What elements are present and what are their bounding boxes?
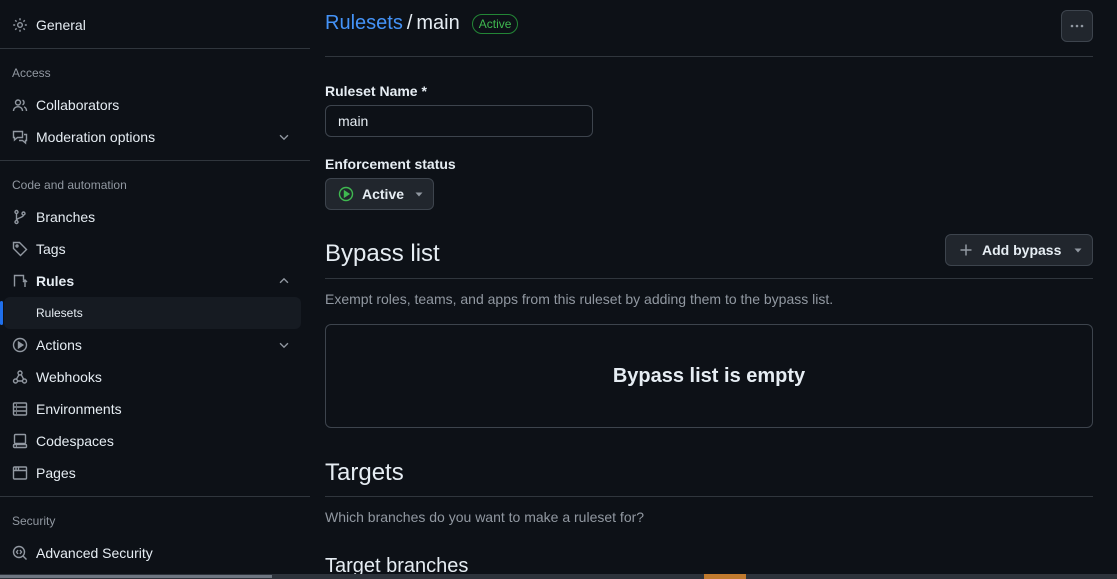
header-divider (325, 56, 1093, 57)
sidebar-item-label: Branches (36, 209, 96, 225)
add-bypass-button[interactable]: Add bypass (945, 234, 1093, 266)
sidebar-item-rulesets[interactable]: Rulesets (0, 297, 301, 329)
page-title: main (416, 12, 460, 34)
tag-icon (12, 241, 28, 257)
sidebar-divider (0, 160, 310, 161)
section-label-code-automation: Code and automation (12, 178, 127, 192)
enforcement-status-label: Enforcement status (325, 156, 456, 172)
sidebar-item-label: Rules (36, 273, 75, 289)
chevron-down-icon (279, 342, 289, 349)
sidebar-item-rules[interactable]: Rules (4, 265, 301, 297)
status-badge: Active (471, 13, 519, 34)
triangle-down-icon (415, 192, 423, 197)
sidebar-item-label: Codespaces (36, 433, 114, 449)
sidebar-item-label: Tags (36, 241, 66, 257)
chevron-up-icon (279, 277, 289, 284)
sidebar-item-tags[interactable]: Tags (4, 233, 301, 265)
sidebar-item-label: Environments (36, 401, 122, 417)
sidebar-item-webhooks[interactable]: Webhooks (4, 361, 301, 393)
comment-discussion-icon (12, 130, 28, 145)
sidebar-divider (0, 496, 310, 497)
sidebar-item-label: Pages (36, 465, 76, 481)
ruleset-name-input[interactable] (325, 105, 593, 137)
server-icon (12, 402, 28, 416)
gear-icon (13, 18, 27, 32)
section-label-security: Security (12, 514, 56, 528)
sidebar-item-label: Webhooks (36, 369, 102, 385)
breadcrumb-rulesets-link[interactable]: Rulesets (325, 12, 403, 35)
git-branch-icon (14, 209, 26, 225)
horizontal-scrollbar[interactable] (0, 574, 1117, 579)
more-options-button[interactable] (1061, 10, 1093, 42)
enforcement-status-dropdown[interactable]: Active (325, 178, 434, 210)
sidebar-item-label: General (36, 17, 86, 33)
breadcrumb-separator: / (406, 12, 413, 34)
sidebar-item-codespaces[interactable]: Codespaces (4, 425, 301, 457)
sidebar-item-actions[interactable]: Actions (4, 329, 301, 361)
settings-sidebar: General Access Collaborators Moderation … (0, 0, 310, 579)
browser-icon (12, 466, 28, 480)
section-label-access: Access (12, 66, 51, 80)
ruleset-name-label: Ruleset Name * (325, 83, 427, 99)
sidebar-item-general[interactable]: General (4, 9, 301, 41)
sidebar-item-label: Rulesets (36, 306, 83, 320)
bypass-list-heading: Bypass list (325, 240, 440, 267)
codescan-icon (12, 545, 27, 560)
sidebar-item-label: Collaborators (36, 97, 120, 113)
sidebar-item-branches[interactable]: Branches (4, 201, 301, 233)
ruleset-main: Rulesets / main Active Ruleset Name * En… (325, 0, 1093, 579)
chevron-down-icon (279, 134, 289, 141)
scrollbar-thumb[interactable] (0, 575, 272, 578)
sidebar-item-moderation[interactable]: Moderation options (4, 121, 301, 153)
sidebar-divider (0, 48, 310, 49)
kebab-horizontal-icon (1070, 24, 1084, 28)
sidebar-item-label: Actions (36, 337, 82, 353)
bypass-description: Exempt roles, teams, and apps from this … (325, 291, 834, 307)
add-bypass-label: Add bypass (982, 242, 1062, 258)
play-circle-icon (338, 186, 354, 202)
people-icon (12, 99, 28, 112)
sidebar-item-environments[interactable]: Environments (4, 393, 301, 425)
bypass-empty-state: Bypass list is empty (325, 324, 1093, 428)
webhook-icon (12, 370, 28, 384)
sidebar-item-advanced-security[interactable]: Advanced Security (4, 537, 301, 569)
bypass-empty-text: Bypass list is empty (612, 364, 806, 387)
sidebar-item-label: Moderation options (36, 129, 156, 145)
codespaces-icon (12, 433, 28, 449)
taskbar-indicator (704, 574, 746, 579)
sidebar-item-collaborators[interactable]: Collaborators (4, 89, 301, 121)
triangle-down-icon (1074, 248, 1082, 253)
sidebar-item-pages[interactable]: Pages (4, 457, 301, 489)
targets-heading: Targets (325, 459, 404, 486)
enforcement-status-value: Active (362, 186, 405, 202)
repo-push-icon (13, 274, 28, 287)
play-circle-icon (12, 337, 28, 353)
bypass-divider (325, 278, 1093, 279)
targets-description: Which branches do you want to make a rul… (325, 509, 645, 525)
sidebar-item-label: Advanced Security (36, 545, 153, 561)
targets-divider (325, 496, 1093, 497)
plus-icon (960, 244, 972, 256)
breadcrumb: Rulesets / main Active (325, 12, 519, 35)
